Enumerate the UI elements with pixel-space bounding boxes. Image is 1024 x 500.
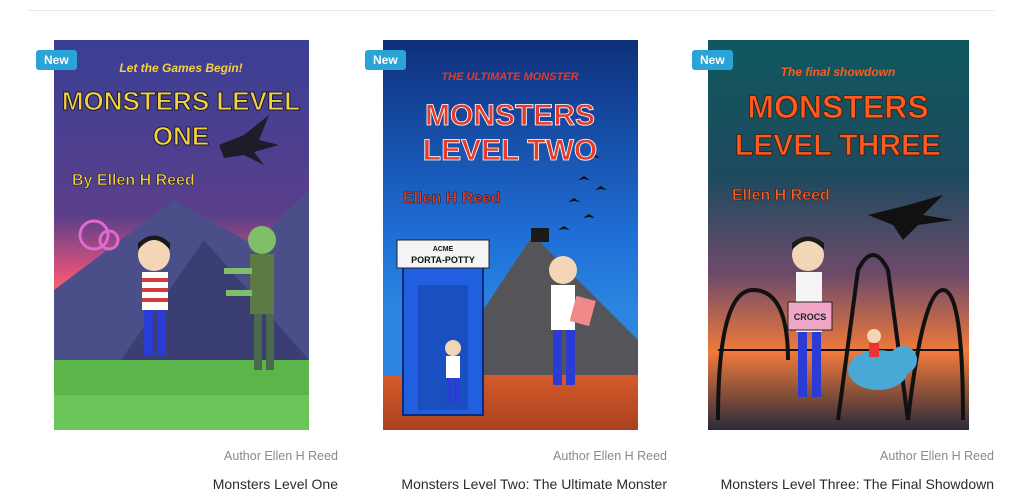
cover-author: By Ellen H Reed	[72, 172, 195, 189]
cover-author: Ellen H Reed	[403, 190, 501, 207]
book-title-link[interactable]: Monsters Level Two: The Ultimate Monster	[401, 476, 667, 492]
sign-line1: ACME	[433, 246, 454, 253]
cover-art-level-three: CROCS The final showdown MONSTERS LEVEL …	[708, 40, 969, 430]
box-label: CROCS	[794, 312, 827, 322]
book-author-label: Author Ellen H Reed	[880, 449, 994, 463]
cover-title-line1: MONSTERS	[425, 99, 595, 132]
book-cover-level-one[interactable]: Let the Games Begin! MONSTERS LEVEL ONE …	[54, 40, 309, 430]
cover-title-line1: MONSTERS LEVEL	[62, 86, 300, 116]
new-badge: New	[365, 50, 406, 70]
book-author-label: Author Ellen H Reed	[224, 449, 338, 463]
book-author-label: Author Ellen H Reed	[553, 449, 667, 463]
top-divider	[28, 10, 994, 11]
cover-art-level-one: Let the Games Begin! MONSTERS LEVEL ONE …	[54, 40, 309, 430]
book-title-link[interactable]: Monsters Level Three: The Final Showdown	[721, 476, 994, 492]
book-title-link[interactable]: Monsters Level One	[213, 476, 338, 492]
book-cover-level-three[interactable]: CROCS The final showdown MONSTERS LEVEL …	[708, 40, 969, 430]
book-cover-level-two[interactable]: ACME PORTA-POTTY THE ULTIMATE MONSTER MO…	[383, 40, 638, 430]
cover-art-level-two: ACME PORTA-POTTY THE ULTIMATE MONSTER MO…	[383, 40, 638, 430]
cover-tagline: THE ULTIMATE MONSTER	[441, 71, 578, 83]
cover-title-line2: ONE	[153, 121, 209, 151]
cover-author: Ellen H Reed	[732, 187, 830, 204]
cover-tagline: The final showdown	[781, 65, 896, 79]
cover-title-line1: MONSTERS	[747, 89, 928, 125]
new-badge: New	[692, 50, 733, 70]
cover-title-line2: LEVEL THREE	[735, 129, 941, 162]
cover-title-line2: LEVEL TWO	[423, 134, 597, 167]
cover-tagline: Let the Games Begin!	[119, 61, 242, 75]
sign-line2: PORTA-POTTY	[411, 255, 475, 265]
new-badge: New	[36, 50, 77, 70]
